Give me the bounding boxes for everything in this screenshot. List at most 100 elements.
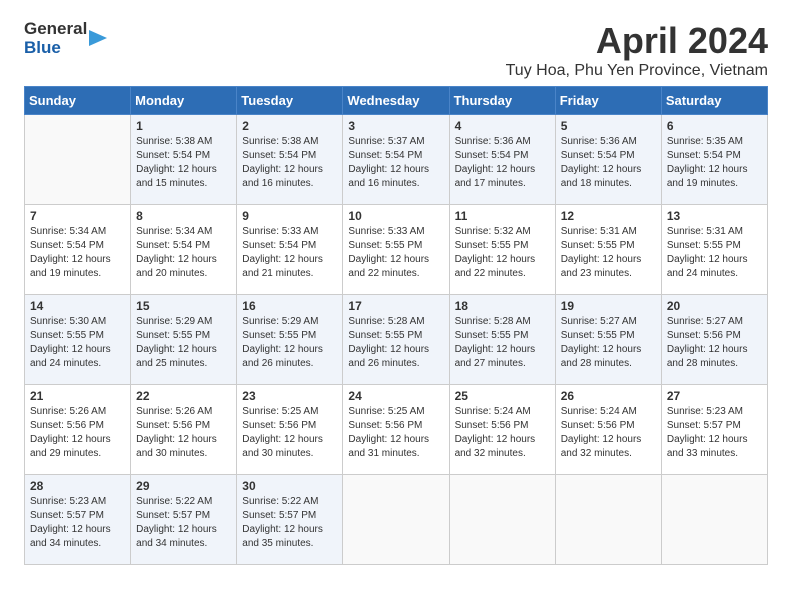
day-info: Sunrise: 5:24 AMSunset: 5:56 PMDaylight:… [455,405,550,461]
day-number: 13 [667,209,762,223]
day-cell: 18 Sunrise: 5:28 AMSunset: 5:55 PMDayligh… [449,295,555,385]
day-info: Sunrise: 5:31 AMSunset: 5:55 PMDaylight:… [561,225,656,281]
day-info: Sunrise: 5:30 AMSunset: 5:55 PMDaylight:… [30,315,125,371]
day-cell [449,475,555,565]
day-number: 18 [455,299,550,313]
day-info: Sunrise: 5:22 AMSunset: 5:57 PMDaylight:… [136,495,231,551]
day-cell: 12Sunrise: 5:31 AMSunset: 5:55 PMDayligh… [555,205,661,295]
day-info: Sunrise: 5:23 AMSunset: 5:57 PMDaylight:… [667,405,762,461]
day-info: Sunrise: 5:27 AMSunset: 5:55 PMDaylight:… [561,315,656,371]
day-number: 22 [136,389,231,403]
day-info: Sunrise: 5:35 AMSunset: 5:54 PMDaylight:… [667,135,762,191]
day-number: 16 [242,299,337,313]
day-cell: 3 Sunrise: 5:37 AMSunset: 5:54 PMDaylight… [343,115,449,205]
day-number: 11 [455,209,550,223]
day-info: Sunrise: 5:27 AMSunset: 5:56 PMDaylight:… [667,315,762,371]
day-cell [661,475,767,565]
week-row-3: 14Sunrise: 5:30 AMSunset: 5:55 PMDayligh… [25,295,768,385]
header-row: SundayMondayTuesdayWednesdayThursdayFrid… [25,87,768,115]
day-number: 19 [561,299,656,313]
day-cell: 19 Sunrise: 5:27 AMSunset: 5:55 PMDayligh… [555,295,661,385]
day-number: 4 [455,119,550,133]
day-number: 24 [348,389,443,403]
day-cell: 30Sunrise: 5:22 AMSunset: 5:57 PMDayligh… [237,475,343,565]
day-number: 15 [136,299,231,313]
day-number: 27 [667,389,762,403]
day-cell: 16 Sunrise: 5:29 AMSunset: 5:55 PMDayligh… [237,295,343,385]
day-number: 23 [242,389,337,403]
title-area: April 2024 Tuy Hoa, Phu Yen Province, Vi… [506,20,768,80]
day-number: 7 [30,209,125,223]
day-info: Sunrise: 5:24 AMSunset: 5:56 PMDaylight:… [561,405,656,461]
day-cell: 14Sunrise: 5:30 AMSunset: 5:55 PMDayligh… [25,295,131,385]
day-cell: 13 Sunrise: 5:31 AMSunset: 5:55 PMDayligh… [661,205,767,295]
day-info: Sunrise: 5:23 AMSunset: 5:57 PMDaylight:… [30,495,125,551]
day-number: 3 [348,119,443,133]
day-info: Sunrise: 5:37 AMSunset: 5:54 PMDaylight:… [348,135,443,191]
header: General Blue April 2024 Tuy Hoa, Phu Yen… [24,20,768,80]
day-number: 17 [348,299,443,313]
day-info: Sunrise: 5:38 AMSunset: 5:54 PMDaylight:… [136,135,231,191]
header-cell-thursday: Thursday [449,87,555,115]
day-number: 20 [667,299,762,313]
day-cell: 2 Sunrise: 5:38 AMSunset: 5:54 PMDaylight… [237,115,343,205]
month-title: April 2024 [506,20,768,62]
logo: General Blue [24,20,109,57]
day-cell: 22 Sunrise: 5:26 AMSunset: 5:56 PMDayligh… [131,385,237,475]
day-number: 28 [30,479,125,493]
day-info: Sunrise: 5:26 AMSunset: 5:56 PMDaylight:… [30,405,125,461]
day-info: Sunrise: 5:29 AMSunset: 5:55 PMDaylight:… [136,315,231,371]
day-cell: 5 Sunrise: 5:36 AMSunset: 5:54 PMDaylight… [555,115,661,205]
day-cell: 1Sunrise: 5:38 AMSunset: 5:54 PMDaylight… [131,115,237,205]
day-number: 9 [242,209,337,223]
day-cell: 8 Sunrise: 5:34 AMSunset: 5:54 PMDaylight… [131,205,237,295]
day-cell [25,115,131,205]
day-number: 8 [136,209,231,223]
day-number: 5 [561,119,656,133]
day-info: Sunrise: 5:22 AMSunset: 5:57 PMDaylight:… [242,495,337,551]
day-info: Sunrise: 5:29 AMSunset: 5:55 PMDaylight:… [242,315,337,371]
day-number: 10 [348,209,443,223]
day-info: Sunrise: 5:33 AMSunset: 5:55 PMDaylight:… [348,225,443,281]
day-cell: 17Sunrise: 5:28 AMSunset: 5:55 PMDayligh… [343,295,449,385]
day-info: Sunrise: 5:25 AMSunset: 5:56 PMDaylight:… [348,405,443,461]
day-cell: 29 Sunrise: 5:22 AMSunset: 5:57 PMDayligh… [131,475,237,565]
week-row-1: 1Sunrise: 5:38 AMSunset: 5:54 PMDaylight… [25,115,768,205]
header-cell-saturday: Saturday [661,87,767,115]
logo-line2: Blue [24,39,87,58]
day-info: Sunrise: 5:36 AMSunset: 5:54 PMDaylight:… [455,135,550,191]
logo-line1: General [24,20,87,39]
day-cell: 25Sunrise: 5:24 AMSunset: 5:56 PMDayligh… [449,385,555,475]
calendar-table: SundayMondayTuesdayWednesdayThursdayFrid… [24,86,768,565]
location-title: Tuy Hoa, Phu Yen Province, Vietnam [506,62,768,80]
day-cell: 9 Sunrise: 5:33 AMSunset: 5:54 PMDaylight… [237,205,343,295]
week-row-2: 7 Sunrise: 5:34 AMSunset: 5:54 PMDaylight… [25,205,768,295]
logo-arrow-icon [89,28,109,48]
day-number: 29 [136,479,231,493]
day-info: Sunrise: 5:34 AMSunset: 5:54 PMDaylight:… [30,225,125,281]
day-cell: 28 Sunrise: 5:23 AMSunset: 5:57 PMDayligh… [25,475,131,565]
day-cell: 20 Sunrise: 5:27 AMSunset: 5:56 PMDayligh… [661,295,767,385]
day-cell: 23 Sunrise: 5:25 AMSunset: 5:56 PMDayligh… [237,385,343,475]
day-info: Sunrise: 5:34 AMSunset: 5:54 PMDaylight:… [136,225,231,281]
day-info: Sunrise: 5:38 AMSunset: 5:54 PMDaylight:… [242,135,337,191]
day-info: Sunrise: 5:31 AMSunset: 5:55 PMDaylight:… [667,225,762,281]
header-cell-tuesday: Tuesday [237,87,343,115]
header-cell-wednesday: Wednesday [343,87,449,115]
day-cell: 24 Sunrise: 5:25 AMSunset: 5:56 PMDayligh… [343,385,449,475]
day-number: 21 [30,389,125,403]
header-cell-sunday: Sunday [25,87,131,115]
day-number: 2 [242,119,337,133]
day-cell: 21 Sunrise: 5:26 AMSunset: 5:56 PMDayligh… [25,385,131,475]
day-info: Sunrise: 5:25 AMSunset: 5:56 PMDaylight:… [242,405,337,461]
day-info: Sunrise: 5:26 AMSunset: 5:56 PMDaylight:… [136,405,231,461]
day-info: Sunrise: 5:33 AMSunset: 5:54 PMDaylight:… [242,225,337,281]
day-cell [343,475,449,565]
day-cell [555,475,661,565]
day-cell: 27 Sunrise: 5:23 AMSunset: 5:57 PMDayligh… [661,385,767,475]
day-cell: 11 Sunrise: 5:32 AMSunset: 5:55 PMDayligh… [449,205,555,295]
day-info: Sunrise: 5:28 AMSunset: 5:55 PMDaylight:… [455,315,550,371]
day-info: Sunrise: 5:32 AMSunset: 5:55 PMDaylight:… [455,225,550,281]
day-cell: 7 Sunrise: 5:34 AMSunset: 5:54 PMDaylight… [25,205,131,295]
day-info: Sunrise: 5:36 AMSunset: 5:54 PMDaylight:… [561,135,656,191]
